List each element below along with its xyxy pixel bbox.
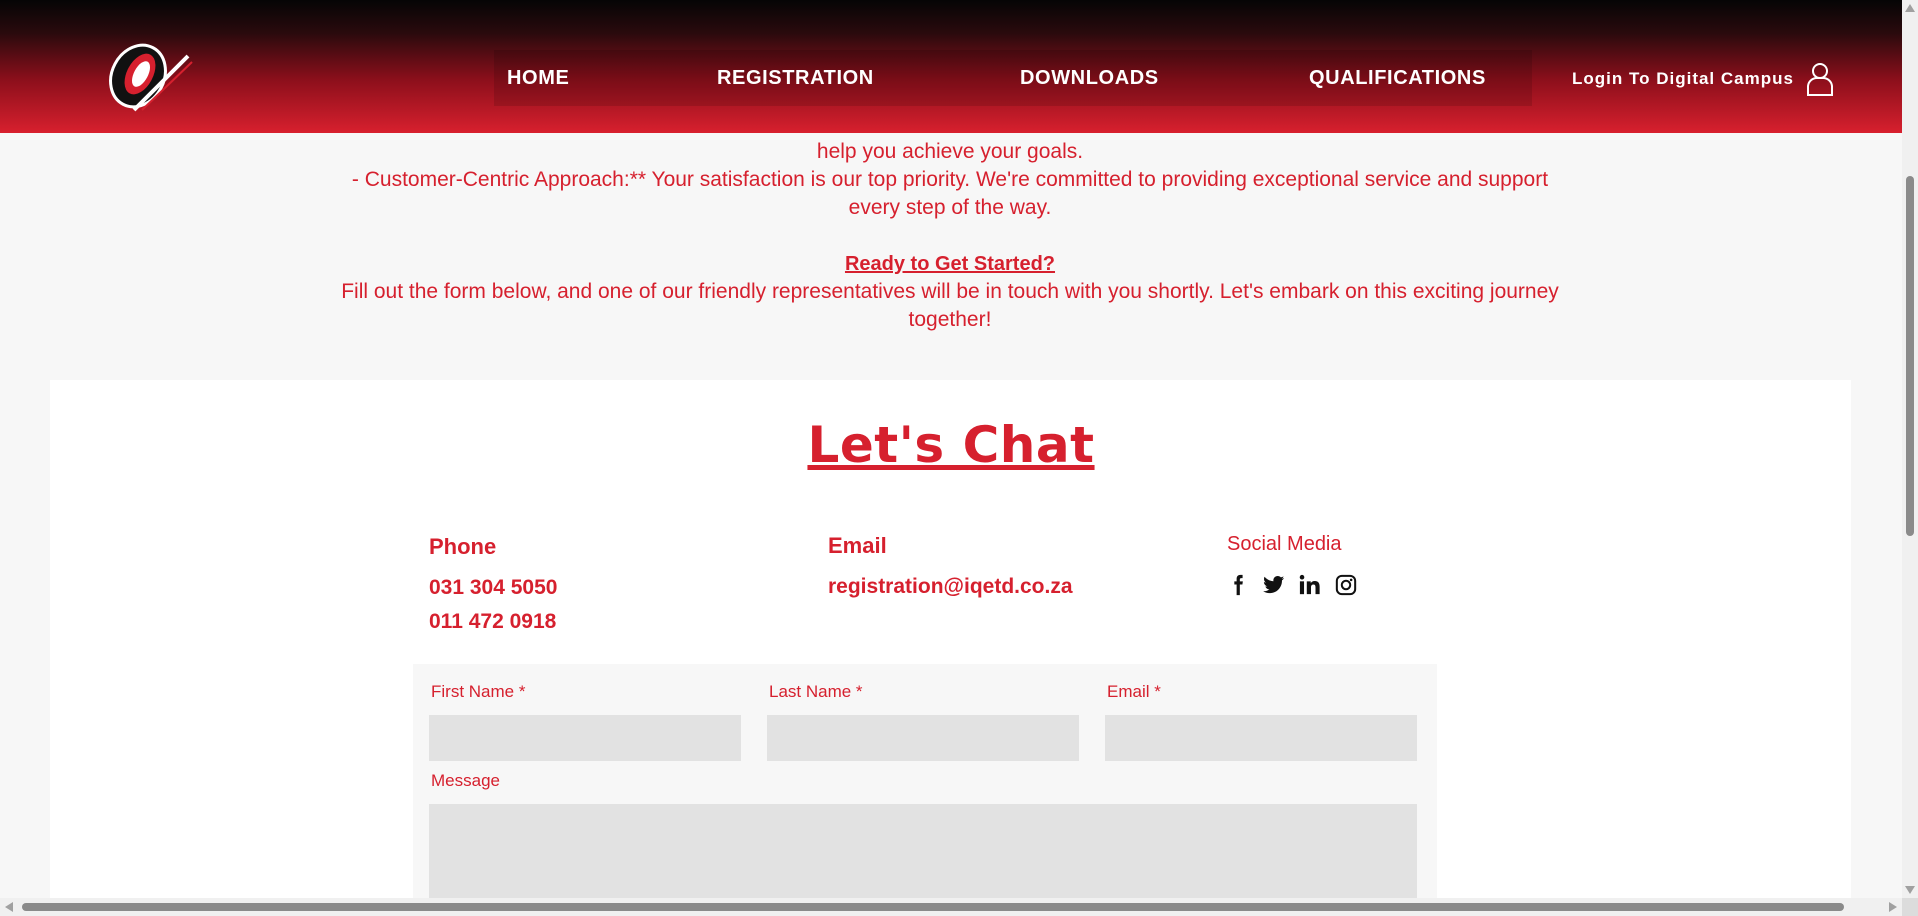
linkedin-icon[interactable] — [1299, 574, 1321, 596]
intro-section: help you achieve your goals. - Customer-… — [330, 110, 1570, 334]
message-field[interactable] — [429, 804, 1417, 904]
scroll-right-icon[interactable] — [1889, 902, 1897, 912]
instagram-icon[interactable] — [1335, 574, 1357, 596]
email-field[interactable] — [1105, 715, 1417, 761]
message-label: Message — [431, 771, 500, 790]
ready-text: Fill out the form below, and one of our … — [341, 280, 1559, 331]
nav-registration[interactable]: REGISTRATION — [717, 50, 874, 106]
user-icon — [1806, 63, 1833, 96]
social-icons — [1227, 574, 1357, 596]
scroll-up-icon[interactable] — [1905, 4, 1915, 12]
first-name-field[interactable] — [429, 715, 741, 761]
logo-icon — [109, 43, 193, 112]
first-name-label: First Name * — [431, 682, 526, 701]
ready-heading: Ready to Get Started? — [844, 253, 1056, 275]
facebook-icon[interactable] — [1227, 574, 1249, 596]
email-field-label: Email * — [1107, 682, 1161, 701]
phone-label: Phone — [429, 534, 497, 559]
last-name-label: Last Name * — [769, 682, 863, 701]
logo[interactable] — [100, 34, 196, 114]
social-column: Social Media — [1227, 533, 1357, 596]
scrollbar-corner — [1902, 898, 1918, 916]
phone-number-1[interactable]: 031 304 5050 — [429, 576, 557, 600]
scroll-down-icon[interactable] — [1905, 886, 1915, 894]
email-link[interactable]: registration@iqetd.co.za — [828, 575, 1073, 599]
scroll-left-icon[interactable] — [5, 902, 13, 912]
vertical-scrollbar[interactable] — [1902, 0, 1918, 898]
intro-partial-line: help you achieve your goals. — [816, 140, 1084, 163]
phone-column: Phone 031 304 5050 011 472 0918 — [429, 534, 557, 634]
contact-title: Let's Chat — [807, 416, 1095, 474]
last-name-field[interactable] — [767, 715, 1079, 761]
nav-downloads[interactable]: DOWNLOADS — [1020, 50, 1159, 106]
horizontal-scroll-thumb[interactable] — [22, 903, 1844, 911]
main-nav: HOME REGISTRATION DOWNLOADS QUALIFICATIO… — [494, 50, 1532, 106]
nav-home[interactable]: HOME — [507, 50, 569, 106]
site-header: HOME REGISTRATION DOWNLOADS QUALIFICATIO… — [0, 0, 1902, 133]
social-label: Social Media — [1227, 533, 1342, 555]
email-column: Email registration@iqetd.co.za — [828, 533, 1073, 599]
intro-customer-line: - Customer-Centric Approach:** Your sati… — [351, 168, 1549, 219]
email-label: Email — [828, 533, 887, 558]
twitter-icon[interactable] — [1263, 574, 1285, 596]
contact-form: First Name * Last Name * Email * Message — [413, 664, 1437, 904]
phone-number-2[interactable]: 011 472 0918 — [429, 610, 557, 634]
login-button[interactable]: Login To Digital Campus — [1572, 60, 1834, 98]
nav-qualifications[interactable]: QUALIFICATIONS — [1309, 50, 1486, 106]
vertical-scroll-thumb[interactable] — [1906, 176, 1914, 536]
login-label: Login To Digital Campus — [1572, 69, 1794, 88]
horizontal-scrollbar[interactable] — [0, 898, 1902, 916]
